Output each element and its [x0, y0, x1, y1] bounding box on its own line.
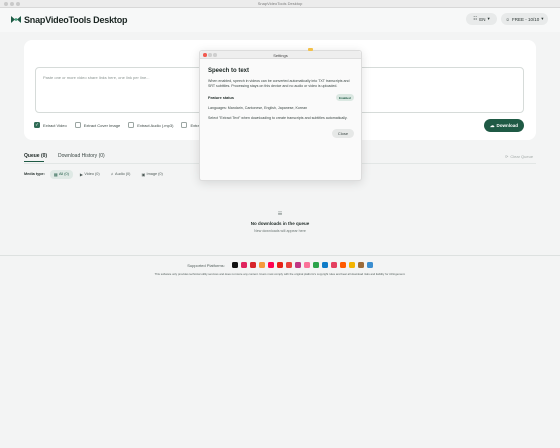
- checkbox-extract-cover[interactable]: [74, 122, 81, 128]
- platform-icon: [339, 262, 346, 268]
- user-icon: ☺: [505, 16, 511, 22]
- disclaimer-text: This software only provides technical ut…: [154, 272, 406, 276]
- filter-chip-image[interactable]: ▣ Image (0): [137, 170, 166, 179]
- chip-label: All (0): [58, 172, 69, 176]
- platform-icon: [312, 262, 319, 268]
- download-button-label: Download: [496, 123, 519, 128]
- option-label: Extract Audio (.mp3): [137, 122, 174, 128]
- media-type-filters: Media type: ▦ All (0) ▶ Video (0) ♫ Audi…: [24, 169, 167, 179]
- language-label: EN: [479, 16, 486, 22]
- close-button[interactable]: Close: [332, 129, 354, 138]
- plan-badge[interactable]: ☺ FREE - 10/10 ▾: [501, 13, 548, 25]
- chevron-down-icon: ▾: [541, 16, 544, 21]
- logo-icon: [11, 16, 21, 23]
- cloud-download-icon: ☁: [490, 122, 495, 128]
- window-titlebar: SnapVideoTools Desktop: [0, 0, 560, 8]
- extract-options: ✓ Extract Video Extract Cover Image Extr…: [34, 122, 211, 128]
- grid-icon: ▦: [53, 172, 58, 177]
- globe-icon: ☷: [473, 16, 478, 21]
- chip-label: Video (0): [84, 172, 100, 176]
- empty-state-subtitle: New downloads will appear here: [254, 229, 306, 233]
- platform-icon: [231, 262, 238, 268]
- platform-icon: [330, 262, 337, 268]
- supported-languages: Languages: Mandarin, Cantonese, English,…: [208, 106, 308, 110]
- filter-chip-video[interactable]: ▶ Video (0): [76, 170, 104, 179]
- empty-state-title: No downloads in the queue: [250, 221, 310, 226]
- filters-label: Media type:: [24, 172, 45, 176]
- extract-text-hint: Select "Extract Text" when downloading t…: [208, 116, 348, 120]
- download-button[interactable]: ☁ Download: [484, 119, 524, 132]
- option-extract-audio[interactable]: Extract Audio (.mp3): [128, 122, 173, 128]
- checkbox-extract-audio[interactable]: [128, 122, 135, 128]
- checkbox-extract-text[interactable]: [181, 122, 188, 128]
- url-input-placeholder: Paste one or more video share links here…: [43, 75, 150, 80]
- platforms-label: Supported Platforms:: [187, 262, 225, 268]
- chevron-down-icon: ▾: [487, 16, 490, 21]
- app-name: SnapVideoTools Desktop: [24, 15, 128, 25]
- plan-label: FREE - 10/10: [512, 16, 540, 22]
- platform-icon: [258, 262, 265, 268]
- empty-queue-state: ≡ No downloads in the queue New download…: [0, 209, 560, 234]
- dialog-title: Settings: [273, 52, 288, 58]
- dialog-titlebar: Settings: [200, 51, 361, 59]
- platform-icon: [249, 262, 256, 268]
- feature-status-badge: Enabled: [336, 94, 354, 101]
- image-icon: ▣: [141, 172, 146, 177]
- filter-funnel-icon: ≡: [277, 209, 283, 218]
- music-note-icon: ♫: [110, 172, 114, 176]
- platform-icon: [276, 262, 283, 268]
- app-header: SnapVideoTools Desktop ☷ EN ▾ ☺ FREE - 1…: [0, 8, 560, 32]
- filter-chip-audio[interactable]: ♫ Audio (0): [107, 170, 135, 179]
- supported-platforms: Supported Platforms:: [0, 261, 560, 269]
- checkbox-extract-video[interactable]: ✓: [34, 122, 40, 128]
- platform-icon: [303, 262, 310, 268]
- platform-icon: [240, 262, 247, 268]
- tab-active-indicator: [24, 161, 44, 162]
- feature-status-label: Feature status: [208, 96, 234, 100]
- platform-icon: [267, 262, 274, 268]
- speech-to-text-description: When enabled, speech in videos can be co…: [208, 79, 350, 88]
- platform-icon: [366, 262, 373, 268]
- platform-icon: [348, 262, 355, 268]
- tab-download-history[interactable]: Download History (0): [58, 153, 105, 159]
- speech-to-text-heading: Speech to text: [208, 68, 250, 74]
- broom-icon: ⟳: [505, 154, 509, 159]
- platform-icon: [321, 262, 328, 268]
- chip-label: Audio (0): [115, 172, 131, 176]
- window-title: SnapVideoTools Desktop: [257, 1, 303, 6]
- tab-queue[interactable]: Queue (0): [24, 153, 47, 159]
- clear-queue-label: Clear Queue: [510, 154, 534, 159]
- language-selector[interactable]: ☷ EN ▾: [466, 13, 497, 25]
- chip-label: Image (0): [146, 172, 163, 176]
- notification-badge: [308, 48, 313, 51]
- option-label: Extract Video: [43, 122, 67, 128]
- platform-icon: [357, 262, 364, 268]
- settings-dialog: Settings Speech to text When enabled, sp…: [199, 48, 362, 181]
- option-extract-cover[interactable]: Extract Cover Image: [74, 122, 121, 128]
- footer-divider: [0, 255, 560, 256]
- platform-icon: [285, 262, 292, 268]
- clear-queue-button[interactable]: ⟳ Clear Queue: [505, 154, 533, 159]
- filter-chip-all[interactable]: ▦ All (0): [49, 169, 73, 179]
- option-label: Extract Cover Image: [83, 122, 121, 128]
- play-icon: ▶: [79, 172, 83, 177]
- platform-icon: [294, 262, 301, 268]
- option-extract-video[interactable]: ✓ Extract Video: [34, 122, 67, 128]
